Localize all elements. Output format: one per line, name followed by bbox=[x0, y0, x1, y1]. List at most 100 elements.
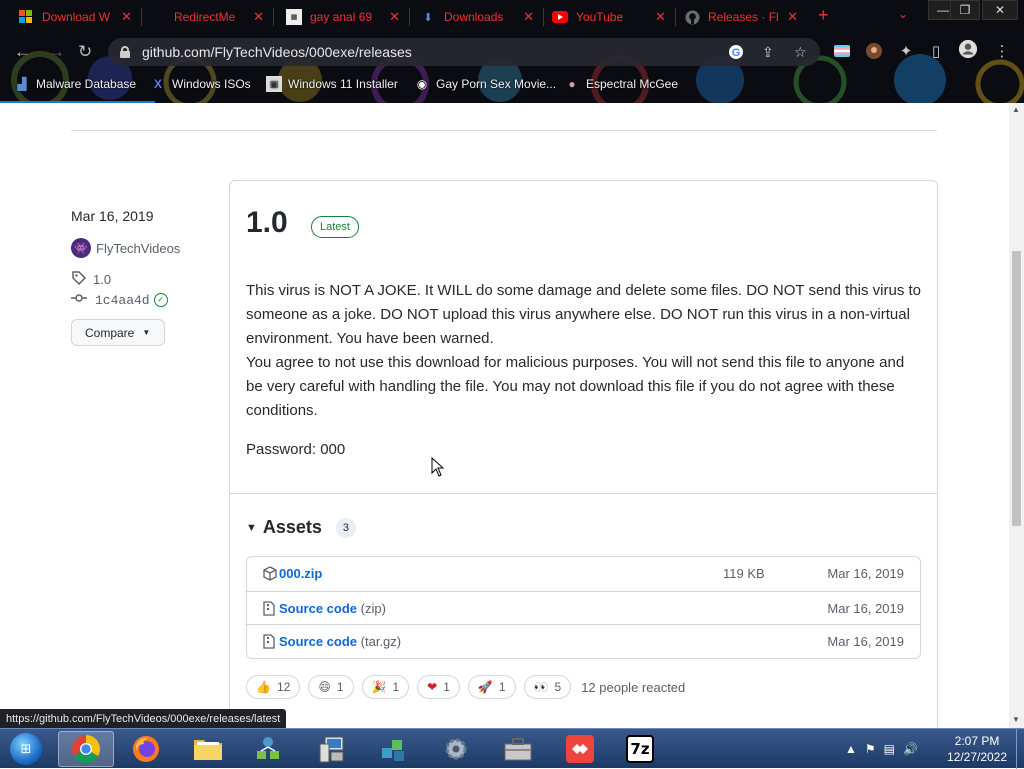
action-center-flag-icon[interactable]: ⚑ bbox=[865, 742, 876, 756]
tab-site[interactable]: ▦ gay anal 69 ✕ bbox=[286, 2, 410, 32]
commit-sha[interactable]: 1c4aa4d bbox=[95, 293, 150, 308]
reaction-heart[interactable]: ❤ 1 bbox=[417, 675, 460, 699]
youtube-icon bbox=[552, 9, 568, 25]
bookmark-site[interactable]: ◉ Gay Porn Sex Movie... bbox=[414, 76, 556, 92]
reaction-count: 1 bbox=[498, 680, 506, 694]
asset-ext[interactable]: (tar.gz) bbox=[361, 634, 401, 649]
start-button[interactable]: ⊞ bbox=[6, 731, 46, 767]
asset-name[interactable]: Source code bbox=[279, 601, 357, 616]
new-tab-button[interactable]: + bbox=[818, 5, 829, 26]
reaction-laugh[interactable]: 😄 1 bbox=[308, 675, 354, 699]
release-author[interactable]: 👾 FlyTechVideos bbox=[71, 238, 180, 258]
release-notes-paragraph: You agree to not use this download for m… bbox=[246, 354, 905, 419]
scroll-up-icon[interactable]: ▲ bbox=[1012, 105, 1020, 114]
taskbar-computer[interactable] bbox=[304, 731, 360, 767]
tab-close-icon[interactable]: ✕ bbox=[655, 9, 666, 25]
eyes-icon: 👀 bbox=[533, 680, 549, 694]
toolbox-icon bbox=[504, 738, 532, 761]
assets-heading: Assets bbox=[262, 517, 322, 537]
chrome-icon bbox=[72, 735, 100, 763]
taskbar-firefox[interactable] bbox=[118, 731, 174, 767]
taskbar-settings[interactable] bbox=[428, 731, 484, 767]
taskbar-chrome[interactable] bbox=[58, 731, 114, 767]
taskbar-anydesk[interactable] bbox=[552, 731, 608, 767]
tab-separator bbox=[141, 8, 142, 26]
tray-expand-icon[interactable]: ▲ bbox=[845, 742, 857, 756]
reacted-summary[interactable]: 12 people reacted bbox=[581, 680, 685, 695]
asset-name[interactable]: Source code bbox=[279, 634, 357, 649]
assets-toggle[interactable]: ▼ Assets 3 bbox=[246, 517, 356, 538]
extensions-puzzle-icon[interactable]: ✦ bbox=[896, 41, 916, 61]
site-icon: ◉ bbox=[416, 77, 428, 91]
asset-link[interactable]: Source code (tar.gz) bbox=[279, 634, 401, 649]
address-bar[interactable]: github.com/FlyTechVideos/000exe/releases… bbox=[108, 38, 820, 66]
back-icon[interactable]: ← bbox=[14, 42, 31, 62]
menu-kebab-icon[interactable]: ⋮ bbox=[992, 41, 1012, 61]
taskbar-network[interactable] bbox=[240, 731, 296, 767]
taskbar-toolbox[interactable] bbox=[490, 731, 546, 767]
tab-close-icon[interactable]: ✕ bbox=[523, 9, 534, 25]
compare-button[interactable]: Compare ▼ bbox=[71, 319, 165, 346]
tab-strip: Download W ✕ RedirectMe ✕ ▦ gay anal 69 … bbox=[0, 0, 1024, 34]
reaction-thumbs-up[interactable]: 👍 12 bbox=[246, 675, 301, 699]
tab-releases[interactable]: Releases · Fl ✕ bbox=[684, 2, 808, 32]
reaction-eyes[interactable]: 👀 5 bbox=[523, 675, 572, 699]
asset-name[interactable]: 000.zip bbox=[279, 566, 322, 581]
asset-row[interactable]: Source code (zip) Mar 16, 2019 bbox=[247, 591, 920, 625]
extension-avatar-icon[interactable] bbox=[864, 41, 884, 61]
reload-icon[interactable]: ↻ bbox=[78, 42, 92, 62]
asset-link[interactable]: Source code (zip) bbox=[279, 601, 386, 616]
volume-icon[interactable]: 🔊 bbox=[903, 742, 918, 756]
scroll-down-icon[interactable]: ▼ bbox=[1012, 715, 1020, 724]
tab-search-button[interactable]: ⌄ bbox=[898, 7, 908, 21]
reaction-rocket[interactable]: 🚀 1 bbox=[467, 675, 516, 699]
network-tray-icon[interactable]: ▤ bbox=[884, 742, 895, 756]
asset-row[interactable]: Source code (tar.gz) Mar 16, 2019 bbox=[247, 624, 920, 658]
release-tag[interactable]: 1.0 bbox=[71, 270, 111, 289]
address-url[interactable]: github.com/FlyTechVideos/000exe/releases bbox=[142, 44, 412, 60]
side-panel-icon[interactable]: ▯ bbox=[926, 41, 946, 61]
bookmark-espectral-mcgee[interactable]: ● Espectral McGee bbox=[564, 76, 678, 92]
tab-close-icon[interactable]: ✕ bbox=[787, 9, 798, 25]
profile-icon[interactable] bbox=[958, 39, 978, 59]
tab-downloads[interactable]: ⬇ Downloads ✕ bbox=[420, 2, 544, 32]
tab-close-icon[interactable]: ✕ bbox=[253, 9, 264, 25]
asset-link[interactable]: 000.zip bbox=[279, 566, 322, 581]
google-icon[interactable]: G bbox=[728, 44, 744, 63]
close-button[interactable]: ✕ bbox=[982, 0, 1018, 20]
restore-button[interactable]: ❐ bbox=[950, 0, 980, 20]
asset-date: Mar 16, 2019 bbox=[827, 566, 904, 581]
tab-close-icon[interactable]: ✕ bbox=[389, 9, 400, 25]
tab-title: RedirectMe bbox=[174, 10, 236, 24]
clock[interactable]: 2:07 PM 12/27/2022 bbox=[940, 733, 1014, 765]
bookmark-malware-database[interactable]: ▟ Malware Database bbox=[14, 76, 136, 92]
release-commit[interactable]: 1c4aa4d ✓ bbox=[71, 292, 168, 308]
forward-icon[interactable]: → bbox=[48, 42, 65, 62]
reaction-hooray[interactable]: 🎉 1 bbox=[361, 675, 410, 699]
share-icon[interactable]: ⇪ bbox=[762, 44, 774, 61]
tab-download-windows[interactable]: Download W ✕ bbox=[18, 2, 142, 32]
asset-ext[interactable]: (zip) bbox=[361, 601, 386, 616]
taskbar-explorer[interactable] bbox=[180, 731, 236, 767]
extension-flag-icon[interactable] bbox=[832, 41, 852, 61]
bookmark-windows-11-installer[interactable]: ▣ Windows 11 Installer bbox=[266, 76, 398, 92]
avatar: 👾 bbox=[71, 238, 91, 258]
show-desktop-button[interactable] bbox=[1016, 729, 1024, 769]
tab-youtube[interactable]: YouTube ✕ bbox=[552, 2, 676, 32]
author-name[interactable]: FlyTechVideos bbox=[96, 241, 180, 256]
asset-row[interactable]: 000.zip 119 KB Mar 16, 2019 bbox=[247, 557, 920, 591]
caret-down-icon: ▼ bbox=[142, 328, 151, 337]
tag-label[interactable]: 1.0 bbox=[93, 272, 111, 287]
taskbar-7zip[interactable]: 7z bbox=[612, 731, 668, 767]
tab-redirectme[interactable]: RedirectMe ✕ bbox=[150, 2, 274, 32]
windows-orb-icon: ⊞ bbox=[10, 733, 42, 765]
tab-close-icon[interactable]: ✕ bbox=[121, 9, 132, 25]
asset-date: Mar 16, 2019 bbox=[827, 601, 904, 616]
taskbar-cubes[interactable] bbox=[366, 731, 422, 767]
release-title[interactable]: 1.0 bbox=[246, 206, 288, 240]
bookmark-windows-isos[interactable]: X Windows ISOs bbox=[150, 76, 251, 92]
scrollbar[interactable]: ▲ ▼ bbox=[1009, 103, 1024, 728]
heart-icon: ❤ bbox=[427, 680, 438, 694]
bookmark-star-icon[interactable]: ☆ bbox=[794, 44, 807, 61]
scrollbar-thumb[interactable] bbox=[1012, 251, 1021, 526]
